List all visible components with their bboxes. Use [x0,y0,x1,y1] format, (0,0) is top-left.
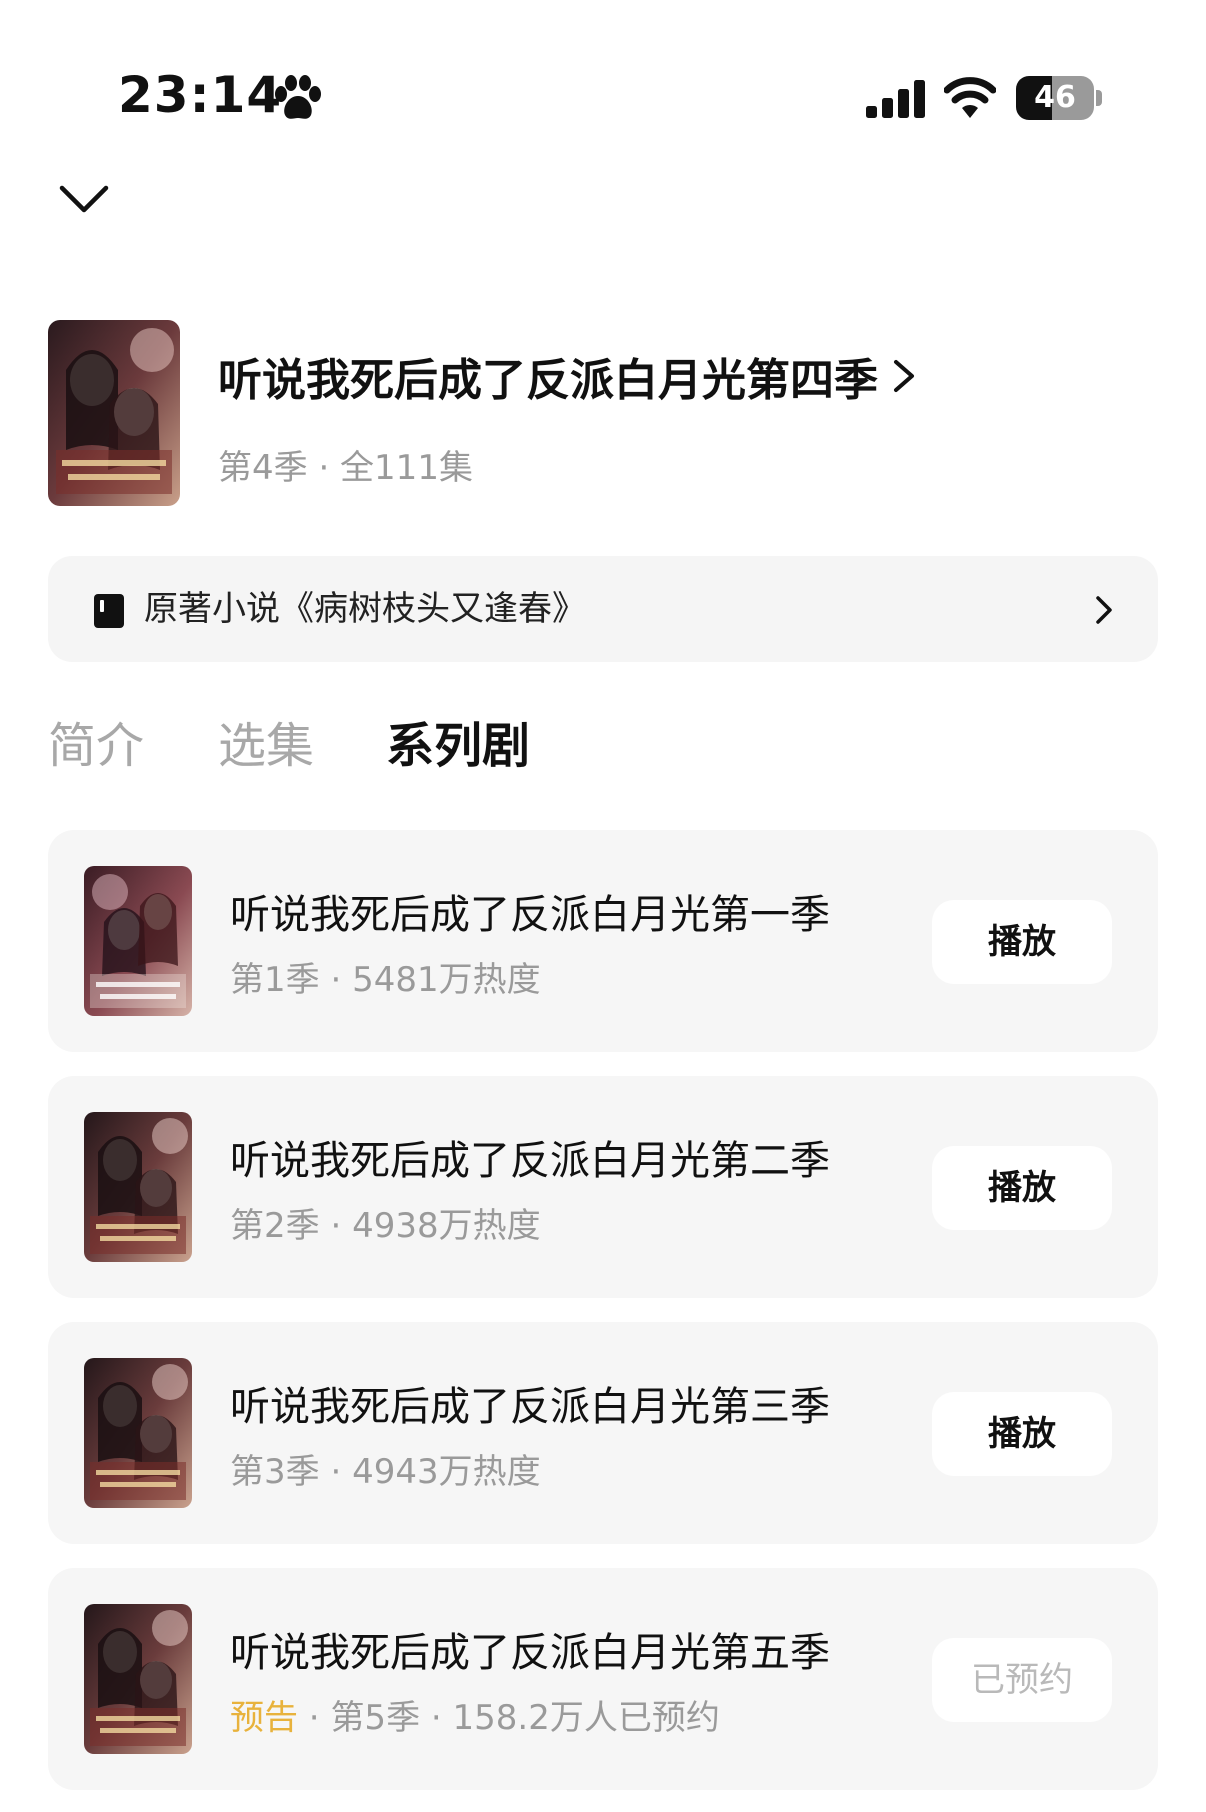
tab-series[interactable]: 系列剧 [386,716,530,776]
series-season: 第3季 [230,1452,320,1492]
battery-percent: 46 [1034,80,1076,115]
cover-poster-image [84,1358,192,1508]
series-meta: 预告 · 第5季 · 158.2万人已预约 [230,1698,720,1738]
page: 23:14 46 听说我死后成了反派白月光第四季 第4季 · 全111集 原著小… [0,0,1206,1812]
play-button[interactable]: 播放 [932,900,1112,984]
series-reservations: 158.2万人已预约 [452,1698,720,1738]
chevron-down-icon[interactable] [58,180,110,220]
series-cover [84,1358,192,1508]
series-heat: 4938万热度 [352,1206,541,1246]
series-card[interactable]: 听说我死后成了反派白月光第一季 第1季 · 5481万热度 播放 [48,830,1158,1052]
battery-icon: 46 [1016,76,1102,120]
cover-poster-image [48,320,180,506]
tab-episodes[interactable]: 选集 [218,716,314,776]
signal-icon [866,80,925,118]
series-card[interactable]: 听说我死后成了反派白月光第二季 第2季 · 4938万热度 播放 [48,1076,1158,1298]
drama-meta: 第4季 · 全111集 [218,448,473,488]
series-title: 听说我死后成了反派白月光第一季 [230,892,830,938]
series-card[interactable]: 听说我死后成了反派白月光第五季 预告 · 第5季 · 158.2万人已预约 已预… [48,1568,1158,1790]
drama-title-link[interactable]: 听说我死后成了反派白月光第四季 [218,348,916,406]
chevron-right-icon [1096,596,1112,624]
series-season: 第2季 [230,1206,320,1246]
paw-icon [275,75,321,119]
series-season: 第1季 [230,960,320,1000]
series-card[interactable]: 听说我死后成了反派白月光第三季 第3季 · 4943万热度 播放 [48,1322,1158,1544]
original-novel-banner[interactable]: 原著小说《病树枝头又逢春》 [48,556,1158,662]
drama-cover[interactable] [48,320,180,506]
battery-cap [1096,90,1102,106]
original-novel-label: 原著小说《病树枝头又逢春》 [144,589,586,629]
play-button[interactable]: 播放 [932,1146,1112,1230]
series-title: 听说我死后成了反派白月光第二季 [230,1138,830,1184]
status-time: 23:14 [118,66,283,124]
series-meta: 第3季 · 4943万热度 [230,1452,541,1492]
chevron-right-icon [894,360,914,392]
book-icon [94,594,124,628]
series-cover [84,1112,192,1262]
series-season: 第5季 [330,1698,421,1738]
series-heat: 4943万热度 [352,1452,541,1492]
play-button[interactable]: 播放 [932,1392,1112,1476]
trailer-badge: 预告 [230,1698,298,1738]
reserved-button[interactable]: 已预约 [932,1638,1112,1722]
cover-poster-image [84,1112,192,1262]
wifi-icon [944,77,996,118]
series-heat: 5481万热度 [352,960,541,1000]
series-cover [84,866,192,1016]
drama-title: 听说我死后成了反派白月光第四季 [218,355,878,406]
series-cover [84,1604,192,1754]
status-bar: 23:14 46 [0,0,1206,150]
series-title: 听说我死后成了反派白月光第五季 [230,1630,830,1676]
series-meta: 第2季 · 4938万热度 [230,1206,541,1246]
cover-poster-image [84,1604,192,1754]
tab-intro[interactable]: 简介 [48,716,144,776]
series-title: 听说我死后成了反派白月光第三季 [230,1384,830,1430]
series-meta: 第1季 · 5481万热度 [230,960,541,1000]
cover-poster-image [84,866,192,1016]
